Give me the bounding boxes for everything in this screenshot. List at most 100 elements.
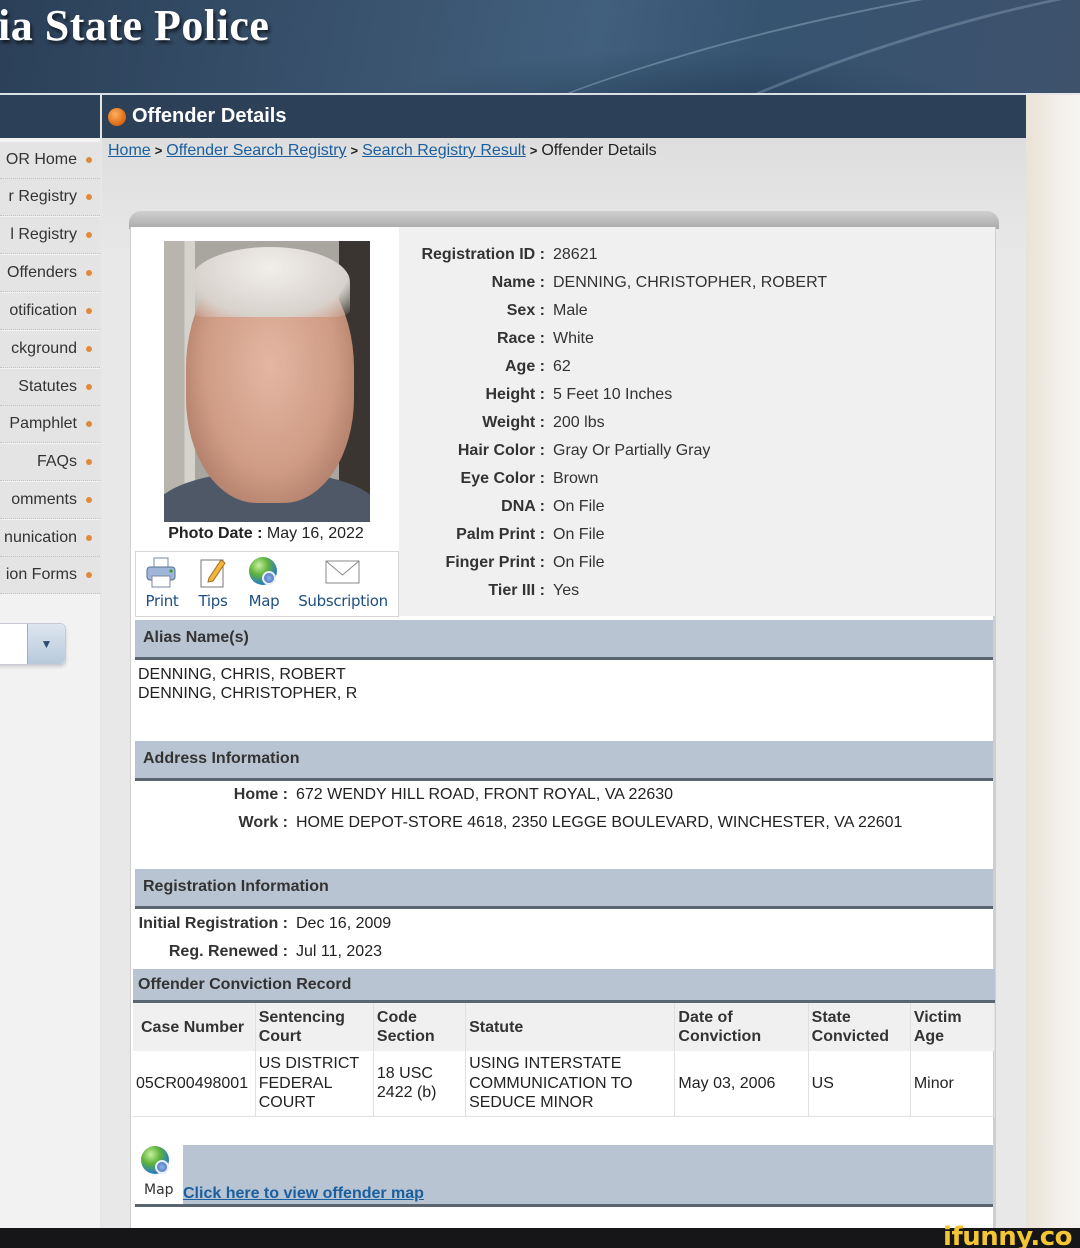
breadcrumb-search-registry-link[interactable]: Offender Search Registry — [166, 142, 346, 159]
registration-renewed: Reg. Renewed : Jul 11, 2023 — [131, 943, 382, 961]
conviction-table: Case Number Sentencing Court Code Sectio… — [133, 1003, 996, 1117]
globe-icon — [141, 1145, 177, 1179]
sidebar-item-notification[interactable]: otification — [0, 293, 100, 330]
orb-bullet-icon — [108, 107, 126, 126]
sidebar-nav: OR Home r Registry l Registry Offenders … — [0, 138, 100, 1230]
sidebar-item-label: otification — [9, 302, 77, 319]
breadcrumb-home-link[interactable]: Home — [108, 142, 151, 159]
action-toolbar: Print Tips Map Subscription — [135, 551, 399, 617]
breadcrumb-separator: > — [154, 143, 163, 158]
detail-value: Gray Or Partially Gray — [553, 442, 711, 459]
detail-row-finger-print: Finger Print : On File — [399, 554, 995, 582]
sidebar-item-faqs[interactable]: FAQs — [0, 444, 100, 481]
detail-label: Hair Color : — [457, 442, 545, 459]
bullet-icon — [86, 157, 92, 163]
sidebar-item-label: r Registry — [8, 188, 77, 205]
detail-value: 200 lbs — [553, 414, 605, 431]
detail-value: On File — [553, 554, 605, 571]
bullet-icon — [86, 384, 92, 390]
sidebar-item-forms[interactable]: ion Forms — [0, 557, 100, 594]
detail-label: Sex : — [506, 302, 545, 319]
sidebar-item-label: OR Home — [5, 151, 77, 168]
bullet-icon — [86, 535, 92, 541]
offender-photo — [164, 241, 370, 522]
sidebar-item-pamphlet[interactable]: Pamphlet — [0, 406, 100, 443]
detail-label: Eye Color : — [460, 470, 545, 487]
offender-panel: Photo Date : May 16, 2022 Print Tips Map… — [130, 227, 996, 1230]
detail-label: Weight : — [482, 414, 545, 431]
table-row: 05CR00498001 US DISTRICT FEDERAL COURT 1… — [133, 1051, 996, 1117]
detail-row-height: Height : 5 Feet 10 Inches — [399, 386, 995, 414]
globe-icon — [246, 556, 282, 590]
detail-row-weight: Weight : 200 lbs — [399, 414, 995, 442]
sidebar-item-sor-home[interactable]: OR Home — [0, 142, 100, 179]
print-button[interactable]: Print — [144, 556, 180, 610]
sidebar-item-statutes[interactable]: Statutes — [0, 369, 100, 406]
map-icon-button[interactable]: Map — [135, 1145, 183, 1204]
conviction-section-header: Offender Conviction Record — [133, 969, 995, 1003]
print-label: Print — [145, 592, 179, 610]
sidebar-item-background[interactable]: ckground — [0, 331, 100, 368]
column-header: Sentencing Court — [255, 1003, 374, 1051]
breadcrumb-search-result-link[interactable]: Search Registry Result — [362, 142, 526, 159]
address-label: Home : — [233, 786, 288, 803]
detail-row-name: Name : DENNING, CHRISTOPHER, ROBERT — [399, 274, 995, 302]
offender-map-bar: Map Click here to view offender map — [135, 1145, 993, 1207]
subscription-label: Subscription — [298, 592, 388, 610]
printer-icon — [144, 556, 180, 590]
offender-details: Registration ID : 28621 Name : DENNING, CH… — [399, 227, 995, 616]
map-button[interactable]: Map — [246, 556, 282, 610]
bullet-icon — [86, 459, 92, 465]
detail-row-age: Age : 62 — [399, 358, 995, 386]
sidebar-item-registry[interactable]: l Registry — [0, 217, 100, 254]
detail-value: Brown — [553, 470, 599, 487]
breadcrumb: Home > Offender Search Registry > Search Reg… — [108, 142, 657, 160]
detail-row-hair-color: Hair Color : Gray Or Partially Gray — [399, 442, 995, 470]
sidebar-item-comments[interactable]: omments — [0, 482, 100, 519]
detail-label: Palm Print : — [456, 526, 545, 543]
column-header: State Convicted — [808, 1003, 911, 1051]
watermark: ifunny.co — [943, 1222, 1072, 1248]
language-select[interactable]: ▼ — [0, 623, 66, 665]
sidebar-item-label: Offenders — [7, 264, 77, 281]
photo-date-value: May 16, 2022 — [266, 525, 364, 542]
detail-row-registration-id: Registration ID : 28621 — [399, 246, 995, 274]
detail-label: Height : — [485, 386, 545, 403]
alias-section-header: Alias Name(s) — [135, 620, 993, 660]
registration-value: Dec 16, 2009 — [296, 915, 392, 932]
detail-label: Tier III : — [488, 582, 545, 599]
bullet-icon — [86, 232, 92, 238]
notepad-pencil-icon — [195, 556, 231, 590]
state-convicted-cell: US — [808, 1051, 911, 1117]
site-banner: ia State Police — [0, 0, 1080, 93]
sidebar-item-communication[interactable]: nunication — [0, 520, 100, 557]
sidebar-item-label: ion Forms — [5, 566, 77, 583]
registration-section-header: Registration Information — [135, 869, 993, 909]
address-label: Work : — [238, 814, 288, 831]
sidebar-item-label: ckground — [11, 340, 77, 357]
view-offender-map-link[interactable]: Click here to view offender map — [183, 1185, 424, 1203]
detail-label: Race : — [496, 330, 545, 347]
detail-label: Finger Print : — [445, 554, 545, 571]
sidebar-item-label: l Registry — [10, 226, 77, 243]
registration-initial: Initial Registration : Dec 16, 2009 — [131, 915, 392, 933]
detail-row-palm-print: Palm Print : On File — [399, 526, 995, 554]
statute-cell: USING INTERSTATE COMMUNICATION TO SEDUCE… — [465, 1051, 676, 1117]
sidebar-item-label: nunication — [4, 529, 77, 546]
subscription-button[interactable]: Subscription — [293, 556, 393, 610]
code-section-cell: 18 USC 2422 (b) — [373, 1051, 467, 1117]
detail-row-eye-color: Eye Color : Brown — [399, 470, 995, 498]
detail-value: Yes — [553, 582, 580, 599]
photo-column: Photo Date : May 16, 2022 Print Tips Map… — [133, 227, 399, 617]
victim-age-cell: Minor — [910, 1051, 996, 1117]
sidebar-item-offender-registry[interactable]: r Registry — [0, 179, 100, 216]
bullet-icon — [86, 270, 92, 276]
site-title: ia State Police — [0, 1, 270, 50]
detail-value: 5 Feet 10 Inches — [553, 386, 673, 403]
sidebar-item-offenders[interactable]: Offenders — [0, 255, 100, 292]
tips-button[interactable]: Tips — [195, 556, 231, 610]
footer-bar: ifunny.co — [0, 1222, 1080, 1248]
chevron-down-icon[interactable]: ▼ — [27, 624, 65, 664]
bullet-icon — [86, 346, 92, 352]
column-header: Date of Conviction — [674, 1003, 809, 1051]
